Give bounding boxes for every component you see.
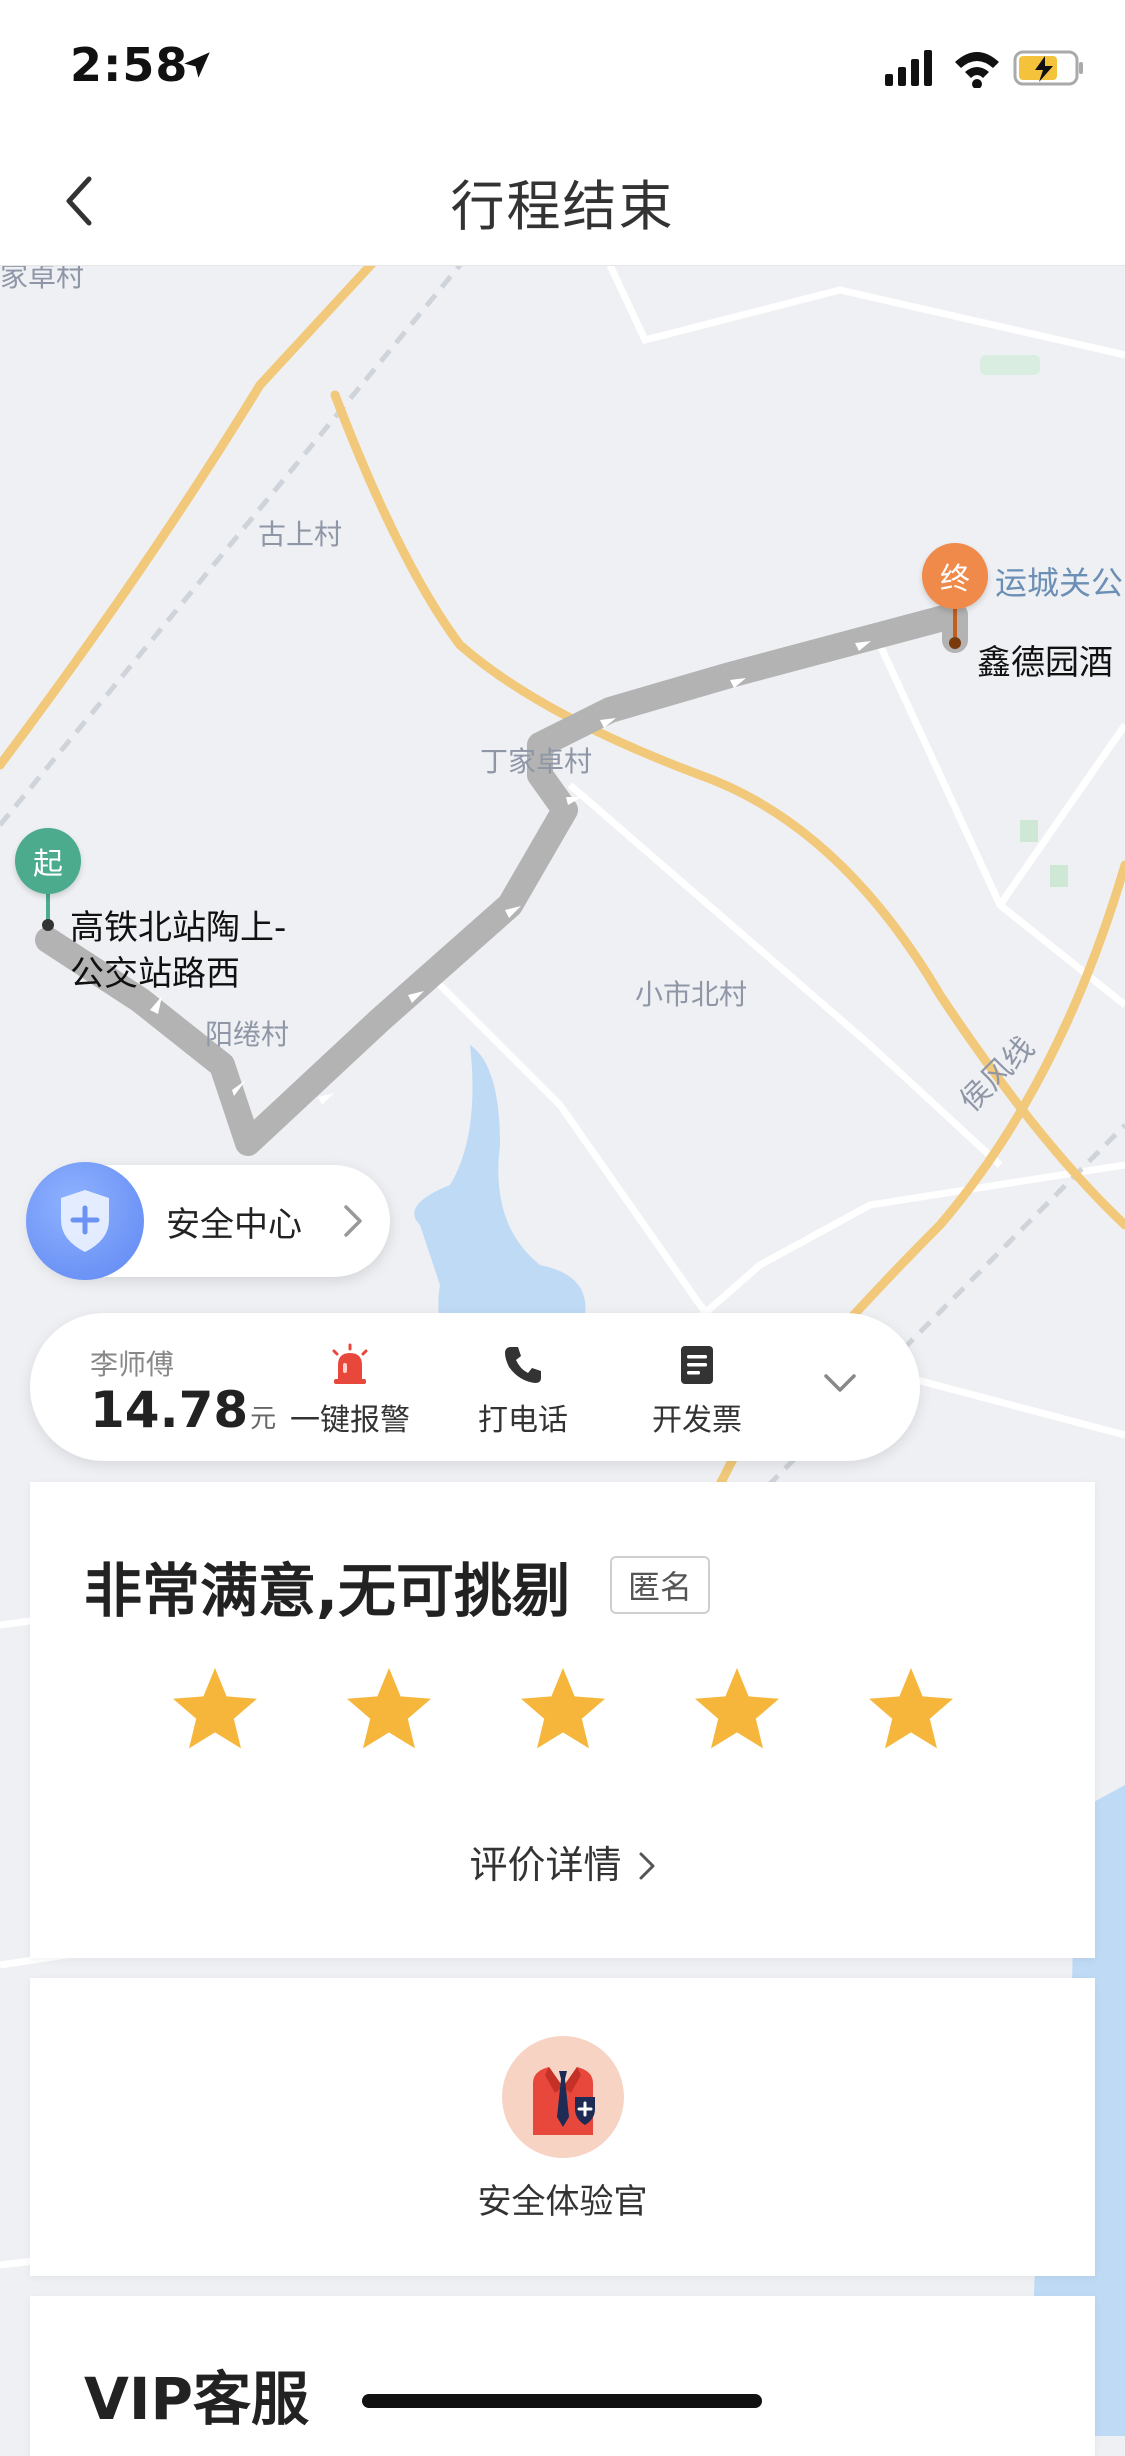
safety-center-button[interactable]: 安全中心 (26, 1162, 390, 1280)
map-label-dingjiazhuocun: 丁家卓村 (480, 745, 593, 778)
chevron-down-icon[interactable] (822, 1371, 858, 1395)
alarm-siren-icon (332, 1343, 368, 1384)
call-driver-label: 打电话 (478, 1403, 568, 1438)
issue-invoice-button[interactable]: 开发票 (622, 1343, 772, 1439)
start-pin[interactable]: 起 (15, 828, 81, 894)
map-label-yunchengguangong: 运城关公 (995, 564, 1124, 602)
nav-header: 行程结束 (0, 140, 1125, 266)
end-location-label: 鑫德园酒 (977, 643, 1113, 683)
anonymous-toggle[interactable]: 匿名 (610, 1556, 711, 1614)
fare-currency: 元 (250, 1404, 277, 1434)
chevron-right-icon (344, 1205, 362, 1237)
location-arrow-icon (184, 52, 210, 78)
wifi-icon (955, 52, 999, 88)
start-location-line2: 公交站路西 (70, 954, 240, 994)
vip-service-card[interactable]: VIP客服 (30, 2296, 1095, 2456)
status-time: 2:58 (70, 38, 189, 92)
chevron-right-icon (639, 1852, 655, 1880)
fare-value: 14.78 (90, 1381, 249, 1439)
star-rating (30, 1662, 1095, 1758)
home-indicator[interactable] (362, 2394, 762, 2408)
driver-info-bar: 李师傅 14.78元 一键报警 打电话 开发票 (30, 1313, 920, 1461)
safety-experience-card: 安全体验官 (30, 1978, 1095, 2276)
start-location-line1: 高铁北站陶上- (70, 908, 287, 948)
call-driver-button[interactable]: 打电话 (448, 1343, 598, 1439)
invoice-document-icon (681, 1346, 713, 1384)
phone-icon (505, 1347, 541, 1383)
emergency-alarm-button[interactable]: 一键报警 (275, 1343, 425, 1439)
driver-name: 李师傅 (90, 1348, 175, 1381)
star-icon[interactable] (167, 1662, 263, 1758)
star-icon[interactable] (863, 1662, 959, 1758)
rating-title: 非常满意,无可挑剔 (84, 1557, 571, 1625)
end-pin[interactable]: 终 (922, 543, 988, 609)
shield-icon (26, 1162, 144, 1280)
map-label-xiaoshibeicun: 小市北村 (635, 978, 748, 1011)
safety-officer-badge[interactable] (502, 2036, 624, 2158)
suit-tie-icon (533, 2067, 595, 2135)
page-title: 行程结束 (450, 175, 675, 238)
star-icon[interactable] (515, 1662, 611, 1758)
battery-charging-icon (1013, 50, 1083, 86)
review-detail-link[interactable]: 评价详情 (30, 1834, 1095, 1889)
signal-icon (885, 50, 932, 86)
status-icons (885, 50, 1083, 88)
start-location-label: 高铁北站陶上- 公交站路西 (70, 905, 286, 997)
safety-officer-label: 安全体验官 (477, 2182, 648, 2222)
star-icon[interactable] (689, 1662, 785, 1758)
issue-invoice-label: 开发票 (652, 1403, 742, 1438)
vip-service-title: VIP客服 (84, 2365, 309, 2433)
map-label-yangjuancun: 阳绻村 (205, 1018, 290, 1051)
emergency-alarm-label: 一键报警 (290, 1403, 410, 1438)
status-bar: 2:58 (0, 0, 1125, 140)
safety-center-label: 安全中心 (166, 1204, 302, 1245)
review-detail-label: 评价详情 (469, 1843, 622, 1887)
fare-amount: 14.78元 (90, 1381, 276, 1439)
star-icon[interactable] (341, 1662, 437, 1758)
rating-card: 非常满意,无可挑剔 匿名 评价详情 (30, 1482, 1095, 1958)
map-label-gushangcun: 古上村 (258, 518, 343, 551)
